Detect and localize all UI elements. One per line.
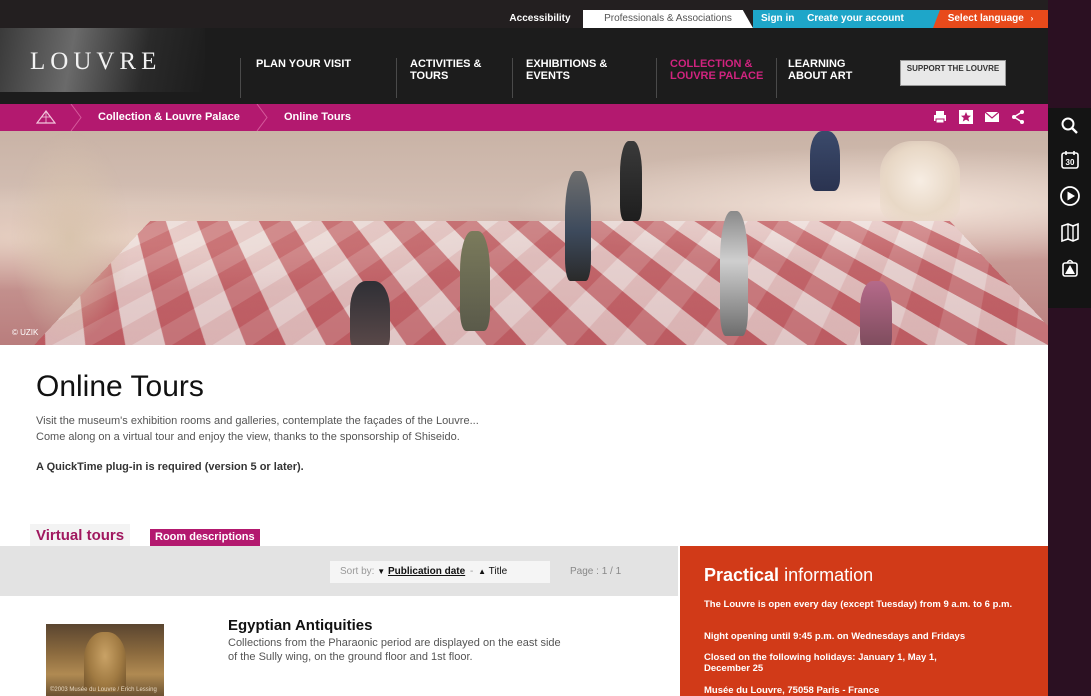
page-value: 1 / 1 [601, 566, 622, 577]
egyptian-antiquities-thumbnail[interactable]: ©2003 Musée du Louvre / Erich Lessing [46, 624, 164, 696]
listing-description-line-1: Collections from the Pharaonic period ar… [228, 637, 561, 649]
select-language-label: Select language [947, 13, 1024, 24]
pyramid-shop-icon[interactable] [1048, 252, 1091, 284]
hero-visitor [810, 131, 840, 191]
plugin-requirement: A QuickTime plug-in is required (version… [36, 461, 304, 473]
hero-visitor [565, 171, 591, 281]
play-icon[interactable] [1048, 180, 1091, 212]
utility-bar: Accessibility Professionals & Associatio… [0, 0, 1048, 28]
museum-address: Musée du Louvre, 75058 Paris - France [704, 685, 880, 696]
professionals-link[interactable]: Professionals & Associations [583, 10, 753, 28]
pyramid-home-icon[interactable] [36, 110, 56, 124]
practical-title-rest: information [784, 565, 874, 585]
page-label: Page : [570, 566, 599, 577]
listing-description-line-2: of the Sully wing, on the ground floor a… [228, 651, 473, 663]
page-tools [932, 109, 1026, 125]
sort-label: Sort by: [340, 566, 375, 577]
hero-visitor [460, 231, 490, 331]
nav-divider [240, 58, 241, 98]
svg-text:30: 30 [1065, 158, 1074, 167]
print-icon[interactable] [932, 109, 948, 125]
nav-plan-your-visit[interactable]: PLAN YOUR VISIT [256, 58, 376, 70]
nav-collection-palace[interactable]: COLLECTION & LOUVRE PALACE [670, 58, 764, 82]
main-nav: LOUVRE PLAN YOUR VISIT ACTIVITIES & TOUR… [0, 28, 1048, 104]
search-icon[interactable] [1048, 110, 1091, 142]
tab-room-descriptions[interactable]: Room descriptions [150, 529, 260, 546]
louvre-logo[interactable]: LOUVRE [0, 28, 205, 92]
nav-exhibitions-events[interactable]: EXHIBITIONS & EVENTS [526, 58, 626, 82]
sort-separator: - [469, 566, 474, 577]
nav-divider [656, 58, 657, 98]
practical-title-bold: Practical [704, 565, 780, 585]
accessibility-link[interactable]: Accessibility [500, 10, 580, 28]
share-icon[interactable] [1010, 109, 1026, 125]
thumbnail-credit: ©2003 Musée du Louvre / Erich Lessing [50, 687, 157, 693]
nav-learning-about-art[interactable]: LEARNING ABOUT ART [788, 58, 868, 82]
nav-divider [776, 58, 777, 98]
nav-activities-tours[interactable]: ACTIVITIES & TOURS [410, 58, 502, 82]
hero-credit: © UZIK [12, 328, 39, 337]
sphinx-image [84, 632, 126, 692]
map-icon[interactable] [1048, 216, 1091, 248]
hero-blur-left [10, 131, 130, 345]
nav-divider [396, 58, 397, 98]
support-louvre-button[interactable]: SUPPORT THE LOUVRE [900, 60, 1006, 86]
right-side-strip [1048, 0, 1091, 696]
pagination: Page : 1 / 1 [570, 561, 621, 583]
email-icon[interactable] [984, 109, 1000, 125]
tab-virtual-tours[interactable]: Virtual tours [30, 524, 131, 546]
chevron-right-icon: › [1030, 14, 1034, 23]
breadcrumb-online-tours: Online Tours [284, 111, 352, 123]
select-language-button[interactable]: Select language › [933, 10, 1048, 28]
hero-image: © UZIK [0, 131, 1048, 345]
logo-text: LOUVRE [30, 48, 162, 75]
page-title: Online Tours [36, 370, 204, 403]
closed-holidays: Closed on the following holidays: Januar… [704, 652, 937, 674]
hero-visitor [350, 281, 390, 345]
breadcrumb: Collection & Louvre Palace Online Tours [0, 104, 1048, 131]
calendar-30-icon[interactable]: 30 [1048, 144, 1091, 176]
night-opening: Night opening until 9:45 p.m. on Wednesd… [704, 631, 966, 642]
hero-visitor [620, 141, 642, 221]
breadcrumb-collection[interactable]: Collection & Louvre Palace [98, 104, 240, 131]
intro-text-line-2: Come along on a virtual tour and enjoy t… [36, 431, 460, 443]
practical-info-panel: Practical information The Louvre is open… [680, 546, 1048, 696]
create-account-link[interactable]: Create your account [807, 13, 904, 24]
sort-desc-icon: ▼ [377, 567, 386, 576]
side-toolbar: 30 [1048, 108, 1091, 308]
page: Accessibility Professionals & Associatio… [0, 0, 1048, 696]
intro-text-line-1: Visit the museum's exhibition rooms and … [36, 415, 479, 427]
sort-bar: Sort by: ▼ Publication date - ▲ Title Pa… [0, 546, 678, 596]
opening-hours: The Louvre is open every day (except Tue… [704, 599, 1013, 610]
hero-statue [880, 141, 960, 221]
hero-visitor [860, 281, 892, 345]
sort-publication-date[interactable]: Publication date [388, 566, 465, 577]
practical-title: Practical information [704, 565, 873, 586]
hero-visitor [720, 211, 748, 336]
sort-asc-icon: ▲ [478, 567, 487, 576]
favorite-star-icon[interactable] [958, 109, 974, 125]
listing-title[interactable]: Egyptian Antiquities [228, 617, 372, 634]
sort-title[interactable]: Title [489, 566, 508, 577]
sign-in-link[interactable]: Sign in [761, 13, 794, 24]
sort-controls: Sort by: ▼ Publication date - ▲ Title [330, 561, 550, 583]
nav-divider [512, 58, 513, 98]
